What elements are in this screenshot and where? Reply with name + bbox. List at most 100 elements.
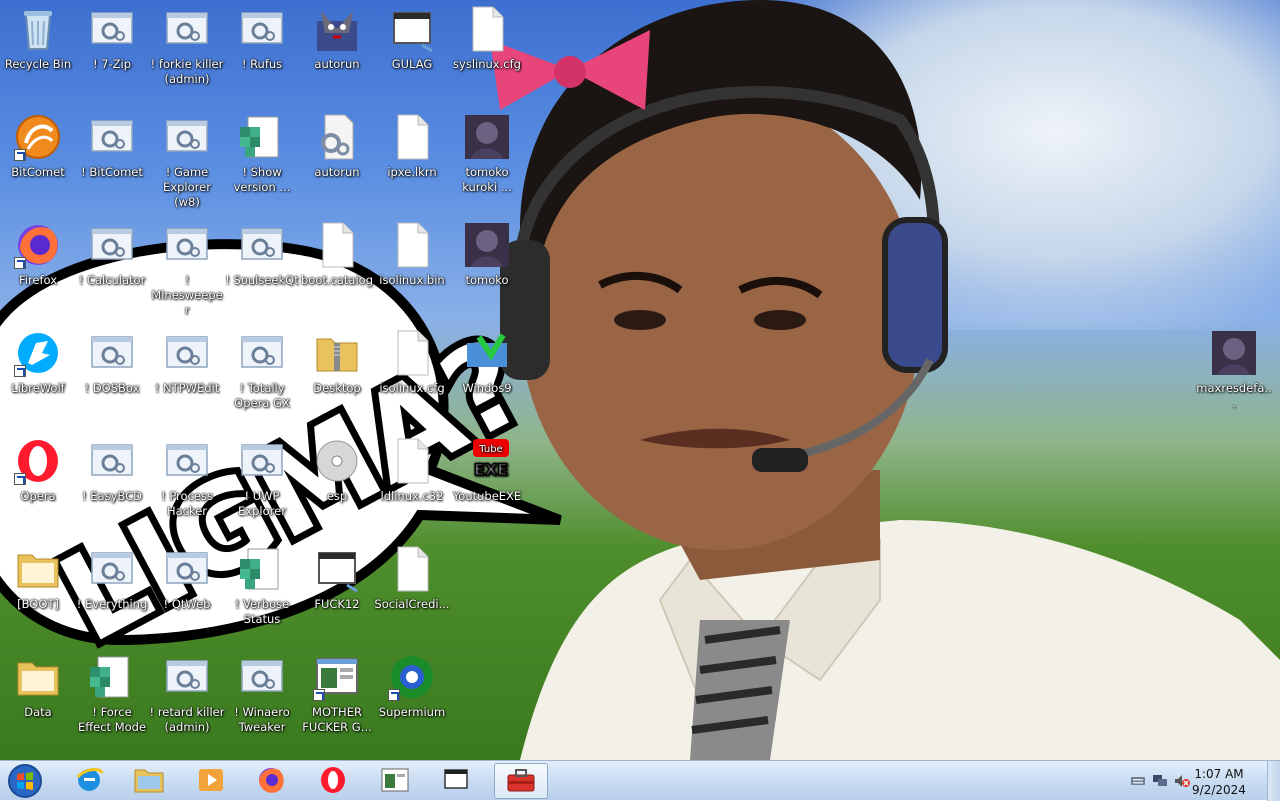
show-desktop-button[interactable]	[1267, 761, 1280, 801]
desktop-icon-label: ! retard killer (admin)	[149, 705, 225, 734]
desktop-icon[interactable]: ldlinux.c32	[374, 437, 450, 504]
desktop-icon[interactable]: tomoko kuroki ...	[449, 113, 525, 195]
desktop-icon[interactable]: Windos9	[449, 329, 525, 396]
desktop-icon[interactable]: ! Show version ...	[224, 113, 300, 195]
desktop-icon[interactable]: ! BitComet	[74, 113, 150, 180]
desktop-icon[interactable]: Data	[0, 653, 76, 720]
desktop-icon[interactable]: ! UWP Explorer	[224, 437, 300, 519]
file-icon	[388, 437, 436, 485]
desktop-icon[interactable]: ! QtWeb	[149, 545, 225, 612]
desktop-icon-label: autorun	[314, 165, 360, 179]
script-icon	[163, 221, 211, 269]
desktop-icon[interactable]: ! Rufus	[224, 5, 300, 72]
desktop-icon-label: ! Game Explorer (w8)	[163, 165, 211, 209]
desktop-icon-label: ! NTPWEdit	[154, 381, 220, 395]
shortcut-arrow-icon	[14, 149, 26, 161]
desktop-icon[interactable]: ! DOSBox	[74, 329, 150, 396]
shortcut-arrow-icon	[14, 257, 26, 269]
desktop-icon[interactable]: MOTHER FUCKER G...	[299, 653, 375, 735]
zip-folder-icon	[313, 329, 361, 377]
desktop-icon[interactable]: ! Everything	[74, 545, 150, 612]
desktop-icon[interactable]: ! Totally Opera GX	[224, 329, 300, 411]
shortcut-arrow-icon	[313, 689, 325, 701]
desktop-icon-label: boot.catalog	[301, 273, 373, 287]
start-button[interactable]	[6, 763, 44, 799]
taskbar-button-media-player[interactable]	[184, 763, 238, 799]
file-icon	[313, 221, 361, 269]
desktop-icon[interactable]: Opera	[0, 437, 76, 504]
desktop-icon-label: BitComet	[11, 165, 65, 179]
desktop-icon[interactable]: esp	[299, 437, 375, 504]
desktop-icon[interactable]: boot.catalog	[299, 221, 375, 288]
desktop-icon[interactable]: FUCK12	[299, 545, 375, 612]
svg-text:Tube: Tube	[478, 444, 502, 455]
desktop-icon[interactable]: maxresdefa...	[1196, 329, 1272, 411]
network-icon[interactable]	[1152, 774, 1168, 788]
desktop-icon[interactable]: SocialCredi...	[374, 545, 450, 612]
keyboard-icon[interactable]	[1130, 774, 1146, 788]
desktop-icon[interactable]: Desktop	[299, 329, 375, 396]
desktop-icon-label: ! Minesweeper	[151, 273, 223, 317]
clock-date: 9/2/2024	[1192, 783, 1246, 797]
taskbar-button-window[interactable]	[430, 763, 484, 799]
desktop-icon[interactable]: ! forkie killer (admin)	[149, 5, 225, 87]
desktop-icon[interactable]: ipxe.lkrn	[374, 113, 450, 180]
desktop-icon[interactable]: tomoko	[449, 221, 525, 288]
desktop-icon[interactable]: autorun	[299, 5, 375, 72]
desktop-icon[interactable]: Tube EXE YoutubeEXE	[449, 437, 525, 504]
desktop-icon[interactable]: isolinux.cfg	[374, 329, 450, 396]
desktop-icon[interactable]: LibreWolf	[0, 329, 76, 396]
shortcut-arrow-icon	[14, 473, 26, 485]
desktop-icon[interactable]: Recycle Bin	[0, 5, 76, 72]
desktop-icon[interactable]: ! Calculator	[74, 221, 150, 288]
folder-icon	[14, 653, 62, 701]
svg-text:EXE: EXE	[474, 460, 508, 479]
desktop-icon[interactable]: ! Process Hacker	[149, 437, 225, 519]
image-icon	[463, 221, 511, 269]
desktop-icon[interactable]: ! retard killer (admin)	[149, 653, 225, 735]
autorun-icon	[313, 5, 361, 53]
desktop-icon-label: ! EasyBCD	[82, 489, 142, 503]
desktop-icon[interactable]: syslinux.cfg	[449, 5, 525, 72]
shortcut-arrow-icon	[14, 365, 26, 377]
script-icon	[163, 113, 211, 161]
folder-icon	[133, 766, 165, 797]
desktop-icon[interactable]: GULAG	[374, 5, 450, 72]
taskbar-button-toolbox[interactable]	[494, 763, 548, 799]
desktop-icon[interactable]: BitComet	[0, 113, 76, 180]
desktop-icon[interactable]: isolinux.bin	[374, 221, 450, 288]
taskbar-button-internet-explorer[interactable]	[62, 763, 116, 799]
desktop-icon[interactable]: autorun	[299, 113, 375, 180]
script-icon	[88, 545, 136, 593]
desktop-icon-label: Recycle Bin	[4, 57, 72, 71]
desktop-icon-label: ! Verbose Status	[234, 597, 290, 626]
script-icon	[88, 329, 136, 377]
disc-icon	[313, 437, 361, 485]
taskbar-button-firefox[interactable]	[244, 763, 298, 799]
script-icon	[238, 653, 286, 701]
clock-time: 1:07 AM	[1194, 767, 1244, 781]
desktop-icon-label: ! Winaero Tweaker	[234, 705, 290, 734]
registry-icon	[238, 113, 286, 161]
desktop-icon[interactable]: ! Game Explorer (w8)	[149, 113, 225, 210]
desktop-icon[interactable]: ! Force Effect Mode	[74, 653, 150, 735]
desktop-icon[interactable]: ! Minesweeper	[149, 221, 225, 318]
desktop-icon-label: SocialCredi...	[374, 597, 450, 611]
app-window-icon	[380, 766, 410, 797]
script-icon	[163, 545, 211, 593]
desktop-icon-label: ! 7-Zip	[92, 57, 132, 71]
taskbar-button-file-explorer[interactable]	[122, 763, 176, 799]
desktop-icon[interactable]: ! 7-Zip	[74, 5, 150, 72]
desktop-icon[interactable]: ! Winaero Tweaker	[224, 653, 300, 735]
desktop-icon[interactable]: ! NTPWEdit	[149, 329, 225, 396]
taskbar-button-opera[interactable]	[306, 763, 360, 799]
taskbar-button-app-window[interactable]	[368, 763, 422, 799]
desktop-icon[interactable]: Supermium	[374, 653, 450, 720]
clock[interactable]: 1:07 AM 9/2/2024	[1186, 766, 1252, 798]
desktop-icon[interactable]: ! SoulseekQt	[224, 221, 300, 288]
desktop-icon[interactable]: ! EasyBCD	[74, 437, 150, 504]
desktop-icon[interactable]: [BOOT]	[0, 545, 76, 612]
desktop-icon[interactable]: ! Verbose Status	[224, 545, 300, 627]
windos-icon	[463, 329, 511, 377]
desktop-icon[interactable]: Firefox	[0, 221, 76, 288]
